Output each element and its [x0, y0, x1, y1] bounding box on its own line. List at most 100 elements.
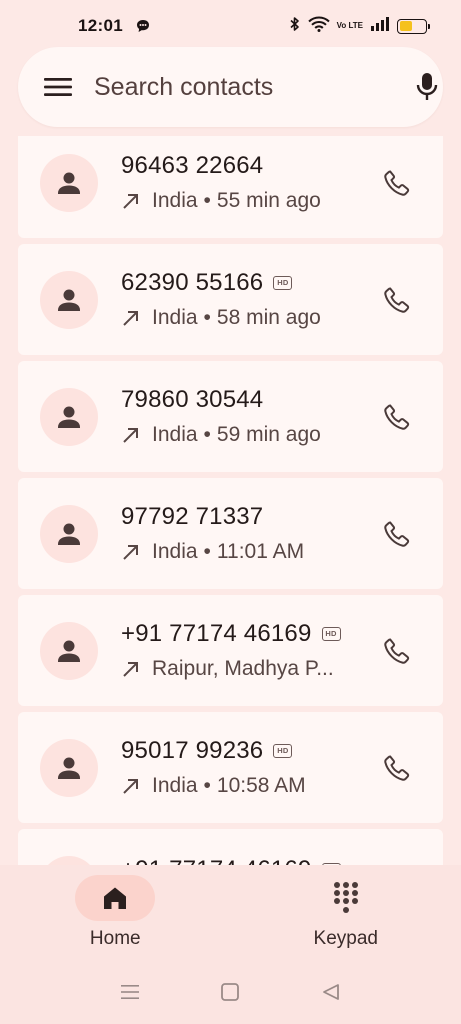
- call-log-item[interactable]: 95017 99236 HD India • 10:58 AM: [18, 712, 443, 823]
- outgoing-call-arrow-icon: [121, 425, 141, 445]
- tab-home[interactable]: Home: [0, 865, 231, 960]
- menu-icon[interactable]: [44, 77, 72, 97]
- battery-icon: [397, 18, 430, 34]
- hd-call-icon: HD: [321, 627, 341, 641]
- tab-keypad[interactable]: Keypad: [231, 865, 461, 960]
- call-location: Raipur, Madhya P...: [152, 657, 334, 680]
- phone-number: 96463 22664: [121, 152, 264, 179]
- bluetooth-icon: [289, 16, 301, 37]
- call-location: India: [152, 306, 198, 329]
- system-navigation-bar: [0, 960, 461, 1024]
- home-tab-indicator: [75, 875, 156, 921]
- call-log-item[interactable]: 96463 22664 India • 55 min ago: [18, 136, 443, 238]
- phone-icon: [384, 403, 410, 430]
- person-icon: [58, 757, 80, 779]
- phone-icon: [384, 520, 410, 547]
- status-time: 12:01: [78, 16, 123, 35]
- call-meta: Raipur, Madhya P...: [121, 657, 377, 681]
- call-button[interactable]: [377, 748, 417, 788]
- outgoing-call-arrow-icon: [121, 308, 141, 328]
- call-log-item[interactable]: 97792 71337 India • 11:01 AM: [18, 478, 443, 589]
- phone-icon: [384, 169, 410, 196]
- contact-avatar[interactable]: [40, 270, 98, 329]
- person-icon: [58, 172, 80, 194]
- phone-icon: [384, 754, 410, 781]
- contact-avatar[interactable]: [40, 738, 98, 797]
- microphone-icon[interactable]: [416, 72, 438, 102]
- call-details: 96463 22664 India • 55 min ago: [121, 152, 377, 213]
- phone-number: 62390 55166: [121, 269, 264, 296]
- person-icon: [58, 523, 80, 545]
- call-location: India: [152, 540, 198, 563]
- call-meta: India • 55 min ago: [121, 189, 377, 213]
- contact-avatar[interactable]: [40, 387, 98, 446]
- call-details: 97792 71337 India • 11:01 AM: [121, 503, 377, 564]
- status-bar: 12:01 Vo LTE: [0, 0, 461, 52]
- meta-separator: •: [203, 540, 211, 563]
- phone-number: 79860 30544: [121, 386, 264, 413]
- dialpad-icon: [333, 882, 358, 913]
- meta-separator: •: [203, 306, 211, 329]
- home-square-icon[interactable]: [220, 982, 240, 1002]
- phone-icon: [384, 637, 410, 664]
- phone-number: +91 77174 46169: [121, 620, 312, 647]
- call-time: 59 min ago: [216, 423, 321, 446]
- call-time: 10:58 AM: [216, 774, 306, 797]
- call-history-list[interactable]: 96463 22664 India • 55 min ago 62390 551…: [18, 136, 443, 866]
- bottom-navigation: Home Keypad: [0, 865, 461, 960]
- signal-icon: [370, 16, 390, 37]
- outgoing-call-arrow-icon: [121, 191, 141, 211]
- meta-separator: •: [203, 774, 211, 797]
- call-details: 62390 55166 HD India • 58 min ago: [121, 269, 377, 330]
- phone-number: 95017 99236: [121, 737, 264, 764]
- keypad-tab-indicator: [306, 875, 386, 921]
- phone-icon: [384, 286, 410, 313]
- call-log-item[interactable]: 79860 30544 India • 59 min ago: [18, 361, 443, 472]
- call-meta: India • 58 min ago: [121, 306, 377, 330]
- meta-separator: •: [203, 423, 211, 446]
- call-details: 79860 30544 India • 59 min ago: [121, 386, 377, 447]
- keypad-tab-label: Keypad: [313, 928, 378, 949]
- chat-notification-icon: [135, 18, 151, 34]
- hd-call-icon: HD: [273, 276, 293, 290]
- wifi-icon: [307, 16, 330, 37]
- contact-avatar[interactable]: [40, 153, 98, 212]
- person-icon: [58, 289, 80, 311]
- call-details: +91 77174 46169 HD Raipur, Madhya P...: [121, 620, 377, 681]
- outgoing-call-arrow-icon: [121, 659, 141, 679]
- call-meta: India • 11:01 AM: [121, 540, 377, 564]
- hd-call-icon: HD: [273, 744, 293, 758]
- outgoing-call-arrow-icon: [121, 776, 141, 796]
- call-button[interactable]: [377, 397, 417, 437]
- recents-menu-icon[interactable]: [120, 983, 140, 1001]
- outgoing-call-arrow-icon: [121, 542, 141, 562]
- meta-separator: •: [203, 189, 211, 212]
- call-button[interactable]: [377, 514, 417, 554]
- call-location: India: [152, 189, 198, 212]
- call-button[interactable]: [377, 280, 417, 320]
- call-log-item[interactable]: +91 77174 46169 HD: [18, 829, 443, 866]
- call-time: 58 min ago: [216, 306, 321, 329]
- phone-number: 97792 71337: [121, 503, 264, 530]
- call-time: 55 min ago: [216, 189, 321, 212]
- contact-avatar[interactable]: [40, 621, 98, 680]
- call-meta: India • 10:58 AM: [121, 774, 377, 798]
- person-icon: [58, 406, 80, 428]
- home-tab-label: Home: [89, 928, 141, 949]
- search-input[interactable]: [94, 72, 416, 102]
- call-log-item[interactable]: +91 77174 46169 HD Raipur, Madhya P...: [18, 595, 443, 706]
- back-triangle-icon[interactable]: [321, 982, 341, 1002]
- person-icon: [58, 640, 80, 662]
- call-location: India: [152, 774, 198, 797]
- home-icon: [104, 887, 127, 909]
- contact-avatar[interactable]: [40, 504, 98, 563]
- call-meta: India • 59 min ago: [121, 423, 377, 447]
- call-button[interactable]: [377, 163, 417, 203]
- call-button[interactable]: [377, 631, 417, 671]
- call-log-item[interactable]: 62390 55166 HD India • 58 min ago: [18, 244, 443, 355]
- volte-indicator: Vo LTE: [336, 21, 363, 30]
- call-time: 11:01 AM: [216, 540, 305, 563]
- search-bar: [18, 47, 443, 127]
- call-details: 95017 99236 HD India • 10:58 AM: [121, 737, 377, 798]
- call-location: India: [152, 423, 198, 446]
